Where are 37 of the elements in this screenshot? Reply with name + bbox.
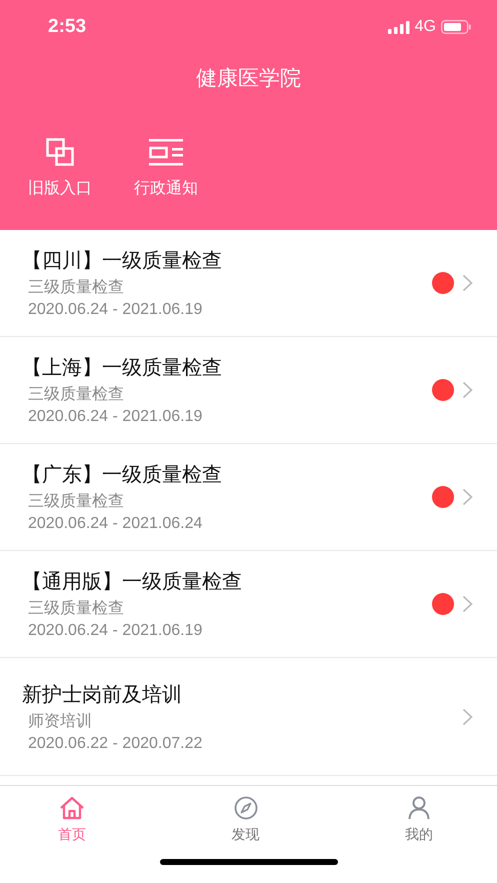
list-row[interactable]: 【通用版】一级质量检查 三级质量检查 2020.06.24 - 2021.06.19 — [0, 551, 497, 658]
list-icon — [149, 138, 183, 166]
item-title: 【广东】一级质量检查 — [22, 461, 222, 488]
signal-icon — [388, 20, 410, 34]
list-row[interactable]: 新护士岗前及培训 师资培训 2020.06.22 - 2020.07.22 — [0, 658, 497, 776]
item-title: 【上海】一级质量检查 — [22, 354, 222, 381]
item-subtitle: 三级质量检查 — [28, 384, 124, 405]
chevron-right-icon — [462, 708, 473, 726]
tab[interactable]: 我的 — [403, 794, 435, 846]
item-subtitle: 三级质量检查 — [28, 598, 124, 619]
item-title: 【四川】一级质量检查 — [22, 247, 222, 274]
item-dates: 2020.06.24 - 2021.06.19 — [28, 408, 202, 426]
item-title: 【通用版】一级质量检查 — [22, 568, 242, 595]
tab[interactable]: 发现 — [230, 794, 262, 846]
compass-icon — [234, 796, 258, 820]
user-icon — [408, 796, 430, 820]
status-time: 2:53 — [48, 16, 86, 38]
item-dates: 2020.06.24 - 2021.06.19 — [28, 301, 202, 319]
item-subtitle: 三级质量检查 — [28, 491, 124, 512]
page-title: 健康医学院 — [196, 65, 301, 92]
home-icon — [59, 796, 85, 820]
list-row[interactable]: 【上海】一级质量检查 三级质量检查 2020.06.24 - 2021.06.19 — [0, 337, 497, 444]
network-label: 4G — [414, 18, 436, 36]
list-row[interactable]: 【广东】一级质量检查 三级质量检查 2020.06.24 - 2021.06.24 — [0, 444, 497, 551]
item-subtitle: 三级质量检查 — [28, 277, 124, 298]
battery-icon — [441, 20, 471, 34]
item-dates: 2020.06.24 - 2021.06.24 — [28, 515, 202, 533]
item-dates: 2020.06.24 - 2021.06.19 — [28, 622, 202, 640]
overlapping-squares-icon — [46, 138, 74, 166]
item-title: 新护士岗前及培训 — [22, 680, 182, 708]
chevron-right-icon — [462, 488, 473, 506]
item-subtitle: 师资培训 — [28, 710, 92, 732]
list-row[interactable]: 【四川】一级质量检查 三级质量检查 2020.06.24 - 2021.06.19 — [0, 230, 497, 337]
chevron-right-icon — [462, 274, 473, 292]
chevron-right-icon — [462, 381, 473, 399]
item-dates: 2020.06.22 - 2020.07.22 — [28, 734, 202, 752]
chevron-right-icon — [462, 595, 473, 613]
